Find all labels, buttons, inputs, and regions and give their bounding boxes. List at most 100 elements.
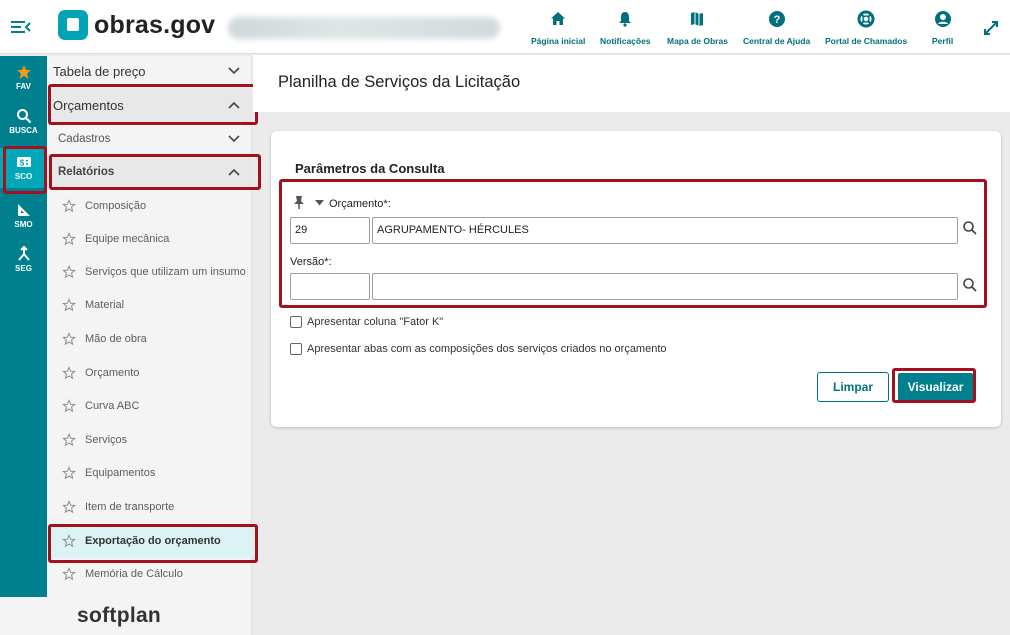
list-item[interactable]: Curva ABC bbox=[47, 389, 252, 423]
obras-logo[interactable]: obras.gov bbox=[58, 10, 215, 40]
chevron-up-icon bbox=[228, 168, 240, 176]
star-outline-icon[interactable] bbox=[62, 466, 76, 480]
list-item-label: Curva ABC bbox=[85, 400, 140, 412]
menu-cadastros[interactable]: Cadastros bbox=[47, 127, 252, 151]
star-outline-icon[interactable] bbox=[62, 399, 76, 413]
star-outline-icon[interactable] bbox=[62, 534, 76, 548]
search-icon[interactable] bbox=[962, 220, 978, 236]
orcamento-label: Orçamento*: bbox=[329, 198, 391, 210]
list-item-label: Material bbox=[85, 299, 125, 311]
chevron-down-icon bbox=[228, 67, 240, 75]
checkbox-fator-k[interactable]: Apresentar coluna "Fator K" bbox=[290, 316, 443, 328]
nav-chamados-label: Portal de Chamados bbox=[825, 36, 908, 46]
list-item-label: Memória de Cálculo bbox=[85, 568, 183, 580]
top-header: obras.gov Página inicial Notificações Ma… bbox=[0, 0, 1010, 54]
logo-text: obras.gov bbox=[94, 10, 216, 39]
caret-down-icon[interactable] bbox=[315, 200, 324, 206]
list-item-label: Equipe mecânica bbox=[85, 233, 170, 245]
lifebuoy-icon bbox=[857, 10, 875, 28]
nav-chamados[interactable]: Portal de Chamados bbox=[825, 10, 907, 46]
nav-ajuda[interactable]: ? Central de Ajuda bbox=[743, 10, 810, 46]
menu-collapse-icon[interactable] bbox=[11, 19, 31, 35]
versao-label: Versão*: bbox=[290, 256, 332, 268]
menu-orcamentos-label: Orçamentos bbox=[53, 97, 124, 113]
list-item-label: Mão de obra bbox=[85, 333, 147, 345]
nav-mapa[interactable]: Mapa de Obras bbox=[667, 10, 728, 46]
softplan-brand: softplan bbox=[0, 597, 252, 635]
checkbox-box[interactable] bbox=[290, 316, 302, 328]
list-item-label: Orçamento bbox=[85, 367, 140, 379]
checkbox-abas-label: Apresentar abas com as composições dos s… bbox=[307, 343, 667, 355]
rail-busca[interactable]: BUSCA bbox=[0, 108, 47, 135]
orcamento-description-input[interactable]: AGRUPAMENTO- HÉRCULES bbox=[372, 217, 958, 244]
star-outline-icon[interactable] bbox=[62, 366, 76, 380]
merge-icon bbox=[17, 246, 30, 261]
nav-home-label: Página inicial bbox=[531, 36, 586, 46]
softplan-logo-text: softplan bbox=[77, 604, 162, 627]
list-item[interactable]: Material bbox=[47, 288, 252, 322]
pin-icon[interactable] bbox=[293, 195, 305, 210]
bell-icon bbox=[619, 12, 632, 27]
rail-seg[interactable]: SEG bbox=[0, 246, 47, 273]
versao-description-input[interactable] bbox=[372, 273, 958, 300]
list-item-label: Exportação do orçamento bbox=[85, 535, 221, 547]
rail-sco[interactable]: $ SCO bbox=[0, 148, 47, 188]
svg-text:?: ? bbox=[773, 14, 780, 26]
nav-notificacoes[interactable]: Notificações bbox=[600, 10, 651, 46]
star-outline-icon[interactable] bbox=[62, 265, 76, 279]
star-outline-icon[interactable] bbox=[62, 500, 76, 514]
help-icon: ? bbox=[768, 11, 785, 27]
menu-relatorios-label: Relatórios bbox=[58, 166, 115, 178]
list-item-label: Serviços que utilizam um insumo bbox=[85, 266, 246, 278]
list-item[interactable]: Equipamentos bbox=[47, 456, 252, 490]
rail-seg-label: SEG bbox=[15, 264, 32, 273]
list-item[interactable]: Composição bbox=[47, 189, 252, 223]
list-item[interactable]: Mão de obra bbox=[47, 322, 252, 356]
side-menu: Tabela de preço Orçamentos Cadastros Rel… bbox=[47, 56, 252, 597]
list-item[interactable]: Equipe mecânica bbox=[47, 222, 252, 256]
limpar-button[interactable]: Limpar bbox=[817, 372, 889, 402]
checkbox-fator-k-label: Apresentar coluna "Fator K" bbox=[307, 316, 444, 328]
logo-mark-icon bbox=[58, 10, 88, 40]
menu-tabela-preco-label: Tabela de preço bbox=[53, 63, 146, 79]
versao-code-input[interactable] bbox=[290, 273, 370, 300]
list-item[interactable]: Memória de Cálculo bbox=[47, 557, 252, 591]
nav-home[interactable]: Página inicial bbox=[531, 10, 585, 46]
list-item[interactable]: Serviços que utilizam um insumo bbox=[47, 255, 252, 289]
home-icon bbox=[551, 12, 566, 25]
menu-orcamentos[interactable]: Orçamentos bbox=[47, 88, 252, 122]
star-outline-icon[interactable] bbox=[62, 567, 76, 581]
star-icon bbox=[16, 65, 31, 79]
rail-smo[interactable]: SMO bbox=[0, 202, 47, 229]
star-outline-icon[interactable] bbox=[62, 332, 76, 346]
nav-perfil-label: Perfil bbox=[932, 36, 954, 46]
nav-perfil[interactable]: Perfil bbox=[932, 10, 953, 46]
checkbox-abas-composicoes[interactable]: Apresentar abas com as composições dos s… bbox=[290, 343, 667, 355]
menu-relatorios[interactable]: Relatórios bbox=[47, 156, 252, 188]
star-outline-icon[interactable] bbox=[62, 298, 76, 312]
nav-ajuda-label: Central de Ajuda bbox=[743, 36, 811, 46]
search-icon bbox=[16, 109, 31, 124]
svg-text:$: $ bbox=[19, 159, 24, 168]
ruler-icon bbox=[17, 204, 30, 216]
list-item[interactable]: Orçamento bbox=[47, 356, 252, 390]
rail-fav-label: FAV bbox=[16, 82, 31, 91]
star-outline-icon[interactable] bbox=[62, 232, 76, 246]
search-icon[interactable] bbox=[962, 277, 978, 293]
page-title: Planilha de Serviços da Licitação bbox=[278, 73, 521, 91]
star-outline-icon[interactable] bbox=[62, 199, 76, 213]
star-outline-icon[interactable] bbox=[62, 433, 76, 447]
rail-fav[interactable]: FAV bbox=[0, 64, 47, 91]
list-item-active[interactable]: Exportação do orçamento bbox=[47, 524, 252, 558]
environment-name-blurred bbox=[228, 17, 500, 39]
chevron-up-icon bbox=[228, 101, 240, 109]
list-item[interactable]: Serviços bbox=[47, 423, 252, 457]
orcamento-code-input[interactable]: 29 bbox=[290, 217, 370, 244]
list-item[interactable]: Item de transporte bbox=[47, 490, 252, 524]
checkbox-box[interactable] bbox=[290, 343, 302, 355]
menu-tabela-preco[interactable]: Tabela de preço bbox=[47, 58, 252, 84]
visualizar-button[interactable]: Visualizar bbox=[898, 373, 973, 401]
module-rail: FAV BUSCA $ SCO SMO SEG bbox=[0, 56, 47, 597]
list-item-label: Serviços bbox=[85, 434, 128, 446]
expand-icon[interactable] bbox=[982, 19, 1000, 37]
